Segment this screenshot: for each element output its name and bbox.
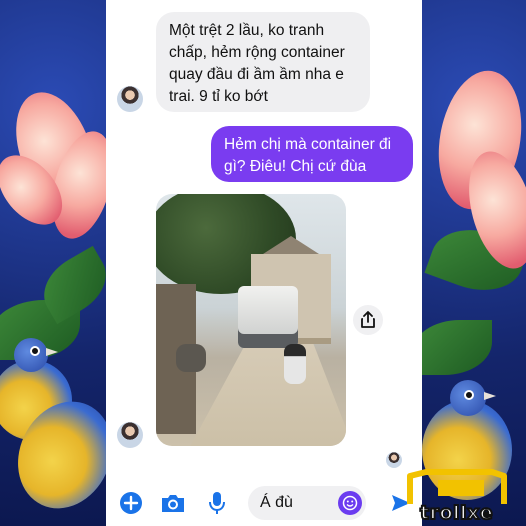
message-line: Một trệt 2 lầu, ko tranh — [169, 22, 325, 39]
camera-icon — [162, 495, 184, 512]
bird-beak — [46, 348, 58, 356]
bird-eye — [464, 390, 474, 400]
message-line: trai. 9 tỉ ko bớt — [169, 88, 268, 105]
incoming-message[interactable]: Một trệt 2 lầu, ko tranh chấp, hẻm rộng … — [156, 12, 370, 112]
truck-in-alley-photo[interactable] — [156, 194, 346, 446]
bird-eye — [30, 346, 40, 356]
emoji-icon — [342, 495, 358, 511]
motorbike — [284, 344, 306, 384]
watermark-text: trollxe — [419, 501, 494, 525]
plus-button[interactable] — [118, 490, 144, 516]
right-wallpaper — [422, 0, 526, 526]
message-line: Hẻm chị mà container đi — [224, 136, 392, 153]
leaf-shape — [422, 320, 492, 375]
message-line: quay đầu đi ầm ầm nha e — [169, 66, 344, 83]
share-button[interactable] — [353, 305, 383, 335]
trollxe-watermark: trollxe — [396, 468, 518, 525]
plus-icon — [120, 492, 142, 514]
message-line: gì? Điêu! Chị cứ đùa — [224, 158, 367, 175]
microphone-button[interactable] — [204, 490, 230, 516]
sitting-person — [176, 344, 206, 372]
seen-avatar — [386, 452, 402, 468]
chat-thread[interactable]: Một trệt 2 lầu, ko tranh chấp, hẻm rộng … — [106, 0, 422, 526]
camera-button[interactable] — [160, 490, 186, 516]
container-truck — [238, 286, 298, 348]
message-input-value: Á đù — [260, 494, 293, 511]
share-icon — [361, 311, 375, 328]
microphone-icon — [209, 492, 225, 514]
message-line: chấp, hẻm rộng container — [169, 44, 345, 61]
bird-beak — [484, 392, 496, 400]
left-wallpaper — [0, 0, 106, 526]
emoji-button[interactable] — [338, 491, 362, 515]
alley-road — [186, 344, 346, 446]
sender-avatar[interactable] — [117, 422, 143, 448]
message-input[interactable]: Á đù — [248, 486, 366, 520]
message-composer: Á đù — [106, 482, 422, 526]
outgoing-message[interactable]: Hẻm chị mà container đi gì? Điêu! Chị cứ… — [211, 126, 413, 182]
sender-avatar[interactable] — [117, 86, 143, 112]
